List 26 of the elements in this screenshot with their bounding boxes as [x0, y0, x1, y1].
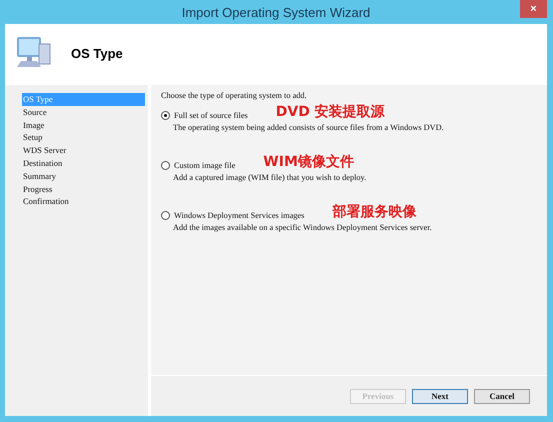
wizard-step[interactable]: Summary	[22, 170, 145, 183]
radio-button[interactable]	[161, 160, 170, 170]
annotation-text: WIM镜像文件	[263, 153, 354, 171]
option-description: Add the images available on a specific Windows Deployment Services server.	[173, 223, 433, 232]
option-label[interactable]: Custom image file	[174, 160, 236, 170]
prompt-text: Choose the type of operating system to add.	[161, 91, 308, 100]
option-label[interactable]: Full set of source files	[174, 110, 248, 120]
annotation-text: 部署服务映像	[332, 203, 416, 221]
option-description: Add a captured image (WIM file) that you wish to deploy.	[173, 173, 368, 182]
wizard-step[interactable]: Progress	[22, 182, 145, 196]
wizard-step[interactable]: Setup	[22, 131, 145, 144]
annotation-text: DVD 安装提取源	[276, 103, 385, 121]
wizard-step[interactable]: Image	[22, 118, 145, 132]
option-label[interactable]: Windows Deployment Services images	[174, 210, 304, 220]
option-description: The operating system being added consists of source files from a Windows DVD.	[173, 123, 445, 132]
wizard-step[interactable]: Destination	[22, 156, 145, 170]
radio-button[interactable]	[161, 210, 170, 220]
wizard-step[interactable]: WDS Server	[22, 144, 145, 157]
wizard-step[interactable]: Source	[22, 106, 145, 119]
wizard-button[interactable]: Next	[412, 388, 468, 404]
close-button[interactable]: ×	[520, 0, 547, 18]
wizard-button[interactable]: Cancel	[474, 388, 530, 404]
window-title: Import Operating System Wizard	[182, 4, 370, 20]
page-title: OS Type	[71, 46, 123, 60]
wizard-step[interactable]: Confirmation	[22, 195, 145, 208]
radio-button[interactable]	[161, 110, 170, 120]
